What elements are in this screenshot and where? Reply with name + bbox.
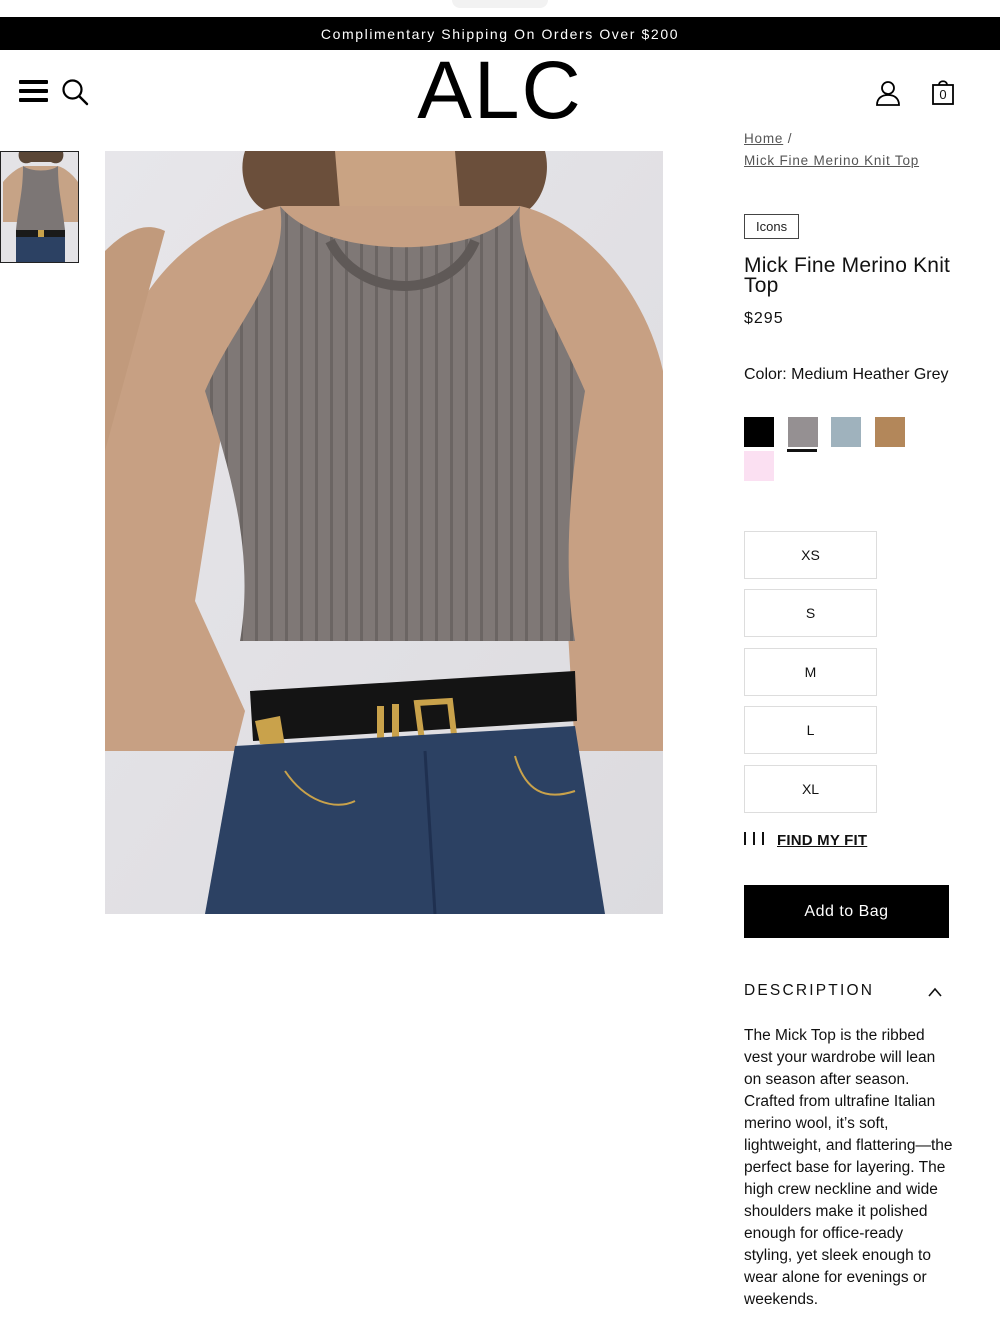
size-option-l[interactable]: L — [744, 706, 877, 754]
add-to-bag-button[interactable]: Add to Bag — [744, 885, 949, 938]
size-option-m[interactable]: M — [744, 648, 877, 696]
description-accordion-header[interactable]: DESCRIPTION — [744, 982, 946, 1004]
description-text: The Mick Top is the ribbed vest your war… — [744, 1027, 953, 1308]
collection-badge: Icons — [744, 214, 800, 239]
user-account-icon[interactable] — [875, 80, 901, 106]
breadcrumb-home-link[interactable]: Home — [744, 131, 783, 146]
product-main-image[interactable] — [105, 151, 663, 914]
color-swatch-pink[interactable] — [744, 451, 774, 481]
color-swatch-grey[interactable] — [788, 417, 818, 447]
browser-url-pill[interactable] — [452, 0, 548, 8]
breadcrumb-current-link[interactable]: Mick Fine Merino Knit Top — [744, 153, 919, 168]
find-my-fit: FIND MY FIT — [744, 832, 867, 849]
bag-count: 0 — [939, 87, 947, 102]
size-option-s[interactable]: S — [744, 589, 877, 637]
thumbnail-image — [1, 152, 78, 262]
promo-text: Complimentary Shipping On Orders Over $2… — [320, 25, 680, 42]
size-option-xs[interactable]: XS — [744, 531, 877, 579]
product-photo-illustration — [105, 151, 663, 914]
color-swatch-black[interactable] — [744, 417, 774, 447]
color-label: Color: Medium Heather Grey — [744, 366, 949, 383]
product-info-panel: Home / Mick Fine Merino Knit Top Icons M… — [744, 128, 964, 481]
color-swatch-blue[interactable] — [831, 417, 861, 447]
find-my-fit-link[interactable]: FIND MY FIT — [777, 832, 867, 849]
fit-bars-icon — [744, 832, 771, 849]
site-header: ALC 0 — [0, 50, 1000, 135]
site-logo[interactable]: ALC — [0, 50, 1000, 132]
shopping-bag-icon[interactable]: 0 — [931, 78, 955, 106]
selected-swatch-underline — [787, 449, 817, 452]
product-title: Mick Fine Merino Knit Top — [744, 254, 951, 297]
chevron-up-icon — [928, 987, 942, 997]
breadcrumb: Home / Mick Fine Merino Knit Top — [744, 128, 964, 172]
breadcrumb-separator: / — [787, 131, 793, 146]
color-swatch-camel[interactable] — [875, 417, 905, 447]
size-option-xl[interactable]: XL — [744, 765, 877, 813]
description-heading: DESCRIPTION — [744, 982, 875, 999]
product-thumbnail[interactable] — [0, 151, 79, 263]
product-price: $295 — [744, 310, 784, 327]
